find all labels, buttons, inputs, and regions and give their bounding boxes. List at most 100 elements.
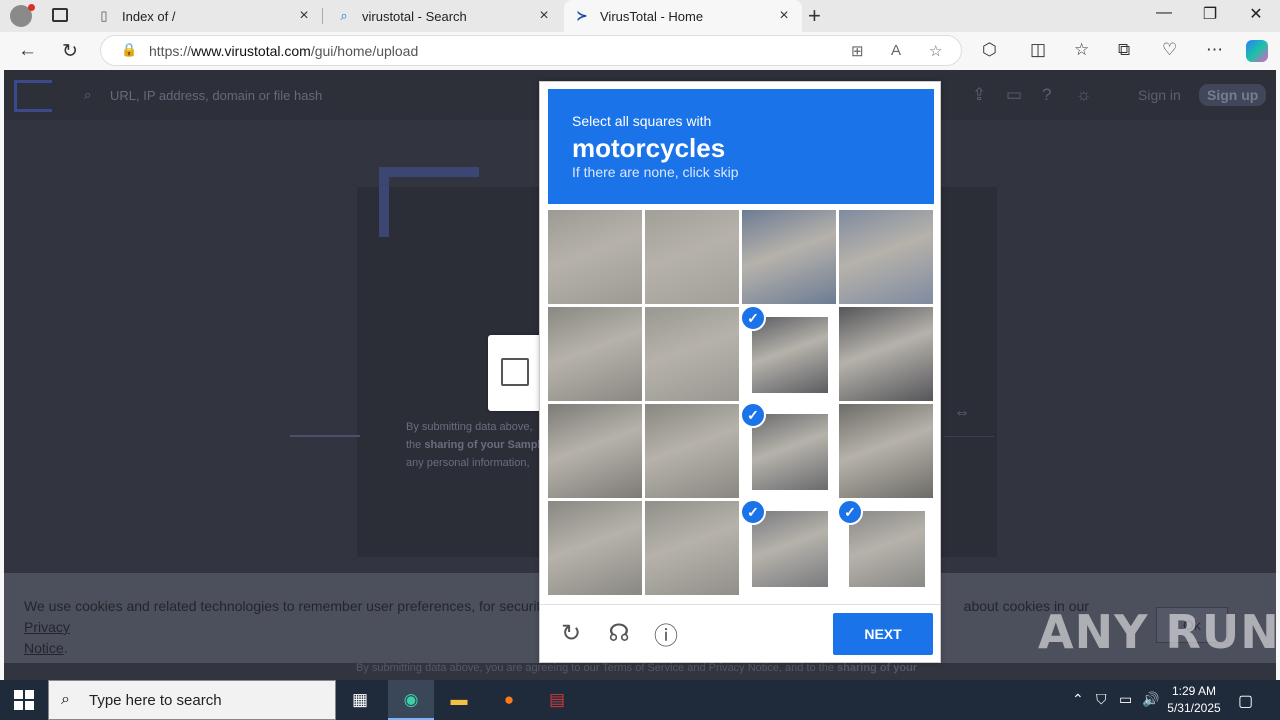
close-window-button[interactable]: ✕	[1233, 4, 1279, 24]
new-tab-button[interactable]: +	[808, 3, 821, 29]
captcha-tile-image	[548, 307, 642, 401]
refresh-icon[interactable]: ↻	[62, 40, 78, 63]
tab-virustotal[interactable]: ≻ VirusTotal - Home ×	[564, 0, 802, 32]
split-screen-icon[interactable]: ◫	[1030, 40, 1046, 60]
submit-line: the sharing of your Sampl	[406, 439, 541, 451]
address-bar[interactable]: 🔒 https://www.virustotal.com/gui/home/up…	[100, 35, 962, 66]
chevron-up-icon[interactable]: ⌃	[1072, 691, 1084, 708]
captcha-tile[interactable]: ✓	[839, 501, 933, 595]
divider	[540, 604, 940, 605]
task-view-icon[interactable]: ▦	[348, 688, 372, 712]
time: 1:29 AM	[1171, 684, 1217, 698]
file-explorer-icon[interactable]: ▬	[447, 688, 471, 712]
captcha-tile[interactable]: ✓	[742, 501, 836, 595]
copilot-icon[interactable]	[1246, 40, 1268, 62]
tab-index[interactable]: ▯ Index of / ×	[86, 0, 322, 32]
captcha-hint: If there are none, click skip	[572, 164, 739, 180]
close-icon[interactable]: ×	[536, 7, 552, 25]
search-icon: ⌕	[340, 8, 348, 23]
info-icon[interactable]: ⓘ	[652, 619, 680, 650]
apps-icon[interactable]: ⊞	[851, 42, 864, 60]
chat-icon[interactable]: ▭	[1006, 85, 1022, 105]
url-text[interactable]: https://www.virustotal.com/gui/home/uplo…	[149, 43, 418, 59]
captcha-tile-image	[839, 210, 933, 304]
captcha-tile[interactable]	[548, 210, 642, 304]
windows-start-icon[interactable]	[14, 690, 34, 710]
winrar-icon[interactable]: ▤	[545, 688, 569, 712]
signup-button[interactable]: Sign up	[1199, 84, 1267, 106]
privacy-link[interactable]: Privacy	[24, 619, 70, 635]
captcha-tile[interactable]	[742, 210, 836, 304]
captcha-tile[interactable]: ✓	[742, 307, 836, 401]
signin-link[interactable]: Sign in	[1138, 87, 1181, 103]
edge-icon[interactable]: ◉	[399, 688, 423, 712]
page-icon: ▯	[100, 8, 108, 23]
captcha-tile-image	[645, 307, 739, 401]
lock-icon: 🔒	[121, 42, 138, 57]
upload-icon[interactable]: ⇪	[972, 85, 986, 105]
captcha-tile[interactable]	[839, 210, 933, 304]
tab-label: VirusTotal - Home	[600, 8, 704, 24]
reload-icon[interactable]: ↻	[557, 619, 585, 647]
captcha-tile[interactable]	[548, 307, 642, 401]
tab-label: Index of /	[122, 8, 176, 24]
tab-label: virustotal - Search	[362, 8, 467, 24]
captcha-tile[interactable]	[645, 404, 739, 498]
captcha-tile-image	[752, 414, 828, 490]
minimize-button[interactable]: —	[1141, 4, 1187, 22]
taskbar-search-placeholder: Type here to search	[89, 692, 222, 709]
captcha-tile-image	[645, 404, 739, 498]
headphones-icon[interactable]: ☊	[605, 619, 633, 647]
footer-notice: By submitting data above, you are agreei…	[356, 662, 918, 674]
notice-link[interactable]: Notice	[24, 640, 64, 656]
captcha-object: motorcycles	[572, 133, 726, 163]
collections-icon[interactable]: ⧉	[1118, 40, 1130, 60]
captcha-tile-image	[645, 501, 739, 595]
notifications-icon[interactable]: ▢	[1238, 691, 1253, 711]
tab-search[interactable]: ⌕ virustotal - Search ×	[326, 0, 562, 32]
submit-line: any personal information,	[406, 457, 530, 469]
captcha-tile[interactable]	[548, 501, 642, 595]
help-icon[interactable]: ?	[1042, 85, 1051, 105]
close-icon[interactable]: ×	[296, 7, 312, 25]
volume-icon[interactable]: 🔊	[1142, 691, 1159, 708]
performance-icon[interactable]: ♡	[1162, 40, 1177, 60]
security-icon[interactable]: ⛉	[1096, 691, 1107, 708]
close-icon[interactable]: ×	[776, 7, 792, 25]
search-icon: ⌕	[84, 87, 92, 102]
favorites-icon[interactable]: ☆	[1074, 40, 1089, 60]
tab-strip: ▯ Index of / × ⌕ virustotal - Search × ≻…	[0, 0, 1280, 32]
back-arrow-icon[interactable]: ←	[18, 40, 37, 62]
captcha-header: Select all squares with motorcycles If t…	[548, 89, 934, 204]
captcha-tile-image	[849, 511, 925, 587]
captcha-tile-image	[752, 511, 828, 587]
search-icon: ⌕	[61, 691, 70, 708]
vt-search-input[interactable]: ⌕ URL, IP address, domain or file hash	[66, 80, 536, 110]
read-aloud-icon[interactable]: A	[891, 42, 901, 59]
more-menu-icon[interactable]: ⋯	[1206, 40, 1223, 60]
address-toolbar: ← ↻ 🔒 https://www.virustotal.com/gui/hom…	[0, 32, 1280, 70]
captcha-tile[interactable]: ✓	[742, 404, 836, 498]
captcha-tile-image	[839, 307, 933, 401]
taskbar-search-box[interactable]: ⌕ Type here to search	[48, 680, 336, 720]
virustotal-logo[interactable]	[14, 80, 52, 112]
favorite-star-icon[interactable]: ☆	[929, 42, 942, 60]
captcha-tile[interactable]	[645, 210, 739, 304]
captcha-tile-image	[548, 501, 642, 595]
captcha-tile[interactable]	[548, 404, 642, 498]
captcha-tile-image	[742, 210, 836, 304]
captcha-tile[interactable]	[839, 307, 933, 401]
clock[interactable]: 1:29 AM 5/31/2025	[1166, 683, 1222, 717]
captcha-tile[interactable]	[645, 501, 739, 595]
extensions-icon[interactable]: ⬡	[982, 40, 997, 60]
theme-icon[interactable]: ☼	[1076, 85, 1092, 105]
captcha-tile[interactable]	[839, 404, 933, 498]
restore-button[interactable]: ❐	[1187, 4, 1233, 24]
next-button[interactable]: NEXT	[833, 613, 933, 655]
firefox-icon[interactable]: ●	[497, 688, 521, 712]
fingerprint-icon[interactable]: ⇔	[954, 404, 970, 422]
network-icon[interactable]: ▭	[1119, 691, 1132, 708]
captcha-tile[interactable]	[645, 307, 739, 401]
tab-actions-icon[interactable]	[52, 8, 68, 22]
captcha-checkbox[interactable]	[501, 358, 529, 386]
